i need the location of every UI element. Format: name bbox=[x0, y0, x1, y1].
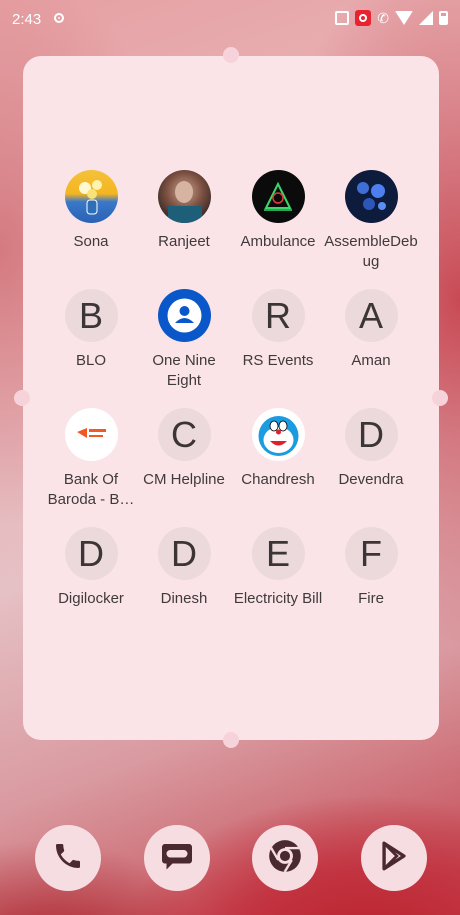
letter-avatar-icon: C bbox=[157, 408, 211, 461]
play-store-icon bbox=[377, 839, 411, 878]
flowers-avatar-icon bbox=[64, 170, 118, 223]
shortcut-dinesh[interactable]: D Dinesh bbox=[137, 527, 231, 609]
letter-avatar-icon: D bbox=[344, 408, 398, 461]
avatar-letter: C bbox=[171, 413, 197, 455]
avatar-letter: A bbox=[358, 294, 383, 336]
letter-avatar-icon: A bbox=[344, 289, 398, 342]
shortcut-label: RS Events bbox=[242, 352, 314, 369]
shortcut-bank-of-baroda[interactable]: Bank Of Baroda - B… bbox=[44, 408, 138, 510]
shortcut-fire[interactable]: F Fire bbox=[324, 527, 418, 609]
letter-avatar-icon: R bbox=[251, 289, 305, 342]
shortcut-label: Fire bbox=[358, 590, 384, 607]
dock-phone[interactable] bbox=[35, 825, 101, 891]
shortcut-sona[interactable]: Sona bbox=[44, 170, 138, 252]
resize-handle-left[interactable] bbox=[14, 390, 30, 406]
record-indicator-icon bbox=[54, 13, 64, 23]
bank-of-baroda-logo-icon bbox=[64, 408, 118, 461]
shortcut-rs-events[interactable]: R RS Events bbox=[231, 289, 325, 371]
shortcut-digilocker[interactable]: D Digilocker bbox=[44, 527, 138, 609]
messages-icon bbox=[159, 838, 195, 879]
blue-flowers-avatar-icon bbox=[344, 170, 398, 223]
shortcut-chandresh[interactable]: Chandresh bbox=[231, 408, 325, 490]
screen-record-icon bbox=[355, 10, 372, 26]
phone-icon bbox=[52, 840, 84, 877]
wifi-call-icon: ✆ bbox=[377, 10, 389, 26]
dark-art-avatar-icon bbox=[251, 170, 305, 223]
shortcut-label: CM Helpline bbox=[143, 471, 225, 488]
shortcut-label: Electricity Bill bbox=[233, 590, 323, 607]
shortcut-label: Dinesh bbox=[160, 590, 208, 607]
letter-avatar-icon: D bbox=[157, 527, 211, 580]
dock-play-store[interactable] bbox=[361, 825, 427, 891]
shortcut-label: Ranjeet bbox=[158, 233, 210, 250]
avatar-letter: B bbox=[78, 294, 103, 336]
avatar-letter: F bbox=[360, 532, 382, 574]
chrome-icon bbox=[266, 837, 304, 880]
avatar-letter: E bbox=[265, 532, 290, 574]
shortcut-label: Bank Of Baroda - B… bbox=[47, 471, 135, 508]
shortcut-aman[interactable]: A Aman bbox=[324, 289, 418, 371]
shortcut-label: Digilocker bbox=[58, 590, 124, 607]
avatar-letter: D bbox=[358, 413, 384, 455]
photo-avatar-icon bbox=[157, 170, 211, 223]
shortcut-electricity-bill[interactable]: E Electricity Bill bbox=[231, 527, 325, 609]
avatar-letter: D bbox=[171, 532, 197, 574]
letter-avatar-icon: B bbox=[64, 289, 118, 342]
shortcut-blo[interactable]: B BLO bbox=[44, 289, 138, 371]
avatar-letter: R bbox=[265, 294, 291, 336]
letter-avatar-icon: E bbox=[251, 527, 305, 580]
avatar-letter: D bbox=[78, 532, 104, 574]
resize-handle-right[interactable] bbox=[432, 390, 448, 406]
doraemon-avatar-icon bbox=[251, 408, 305, 461]
shortcut-cm-helpline[interactable]: C CM Helpline bbox=[137, 408, 231, 490]
contacts-widget[interactable]: Sona Ranjeet Ambulance AssembleDebug B B… bbox=[14, 47, 448, 748]
dock-messages[interactable] bbox=[144, 825, 210, 891]
shortcut-label: Aman bbox=[351, 352, 391, 369]
contact-icon bbox=[157, 289, 211, 342]
vibrate-icon bbox=[335, 11, 350, 25]
signal-icon bbox=[419, 11, 433, 25]
status-time: 2:43 bbox=[12, 11, 42, 28]
battery-icon bbox=[439, 11, 448, 25]
resize-handle-bottom[interactable] bbox=[223, 732, 239, 748]
shortcut-one-nine-eight[interactable]: One Nine Eight bbox=[137, 289, 231, 391]
shortcut-ambulance[interactable]: Ambulance bbox=[231, 170, 325, 252]
shortcut-label: BLO bbox=[75, 352, 106, 369]
shortcut-label: One Nine Eight bbox=[152, 352, 216, 389]
shortcut-label: Devendra bbox=[338, 471, 404, 488]
shortcut-label: Ambulance bbox=[240, 233, 316, 250]
letter-avatar-icon: F bbox=[344, 527, 398, 580]
shortcut-ranjeet[interactable]: Ranjeet bbox=[137, 170, 231, 252]
status-icons: ✆ bbox=[335, 10, 448, 26]
shortcut-label: Sona bbox=[73, 233, 109, 250]
dock-chrome[interactable] bbox=[252, 825, 318, 891]
wifi-icon bbox=[395, 11, 413, 25]
shortcut-label: Chandresh bbox=[241, 471, 315, 488]
resize-handle-top[interactable] bbox=[223, 47, 239, 63]
shortcut-devendra[interactable]: D Devendra bbox=[324, 408, 418, 490]
status-bar: 2:43 ✆ bbox=[0, 0, 460, 40]
shortcut-label: AssembleDebug bbox=[324, 233, 418, 270]
letter-avatar-icon: D bbox=[64, 527, 118, 580]
shortcut-assembledebug[interactable]: AssembleDebug bbox=[324, 170, 418, 272]
